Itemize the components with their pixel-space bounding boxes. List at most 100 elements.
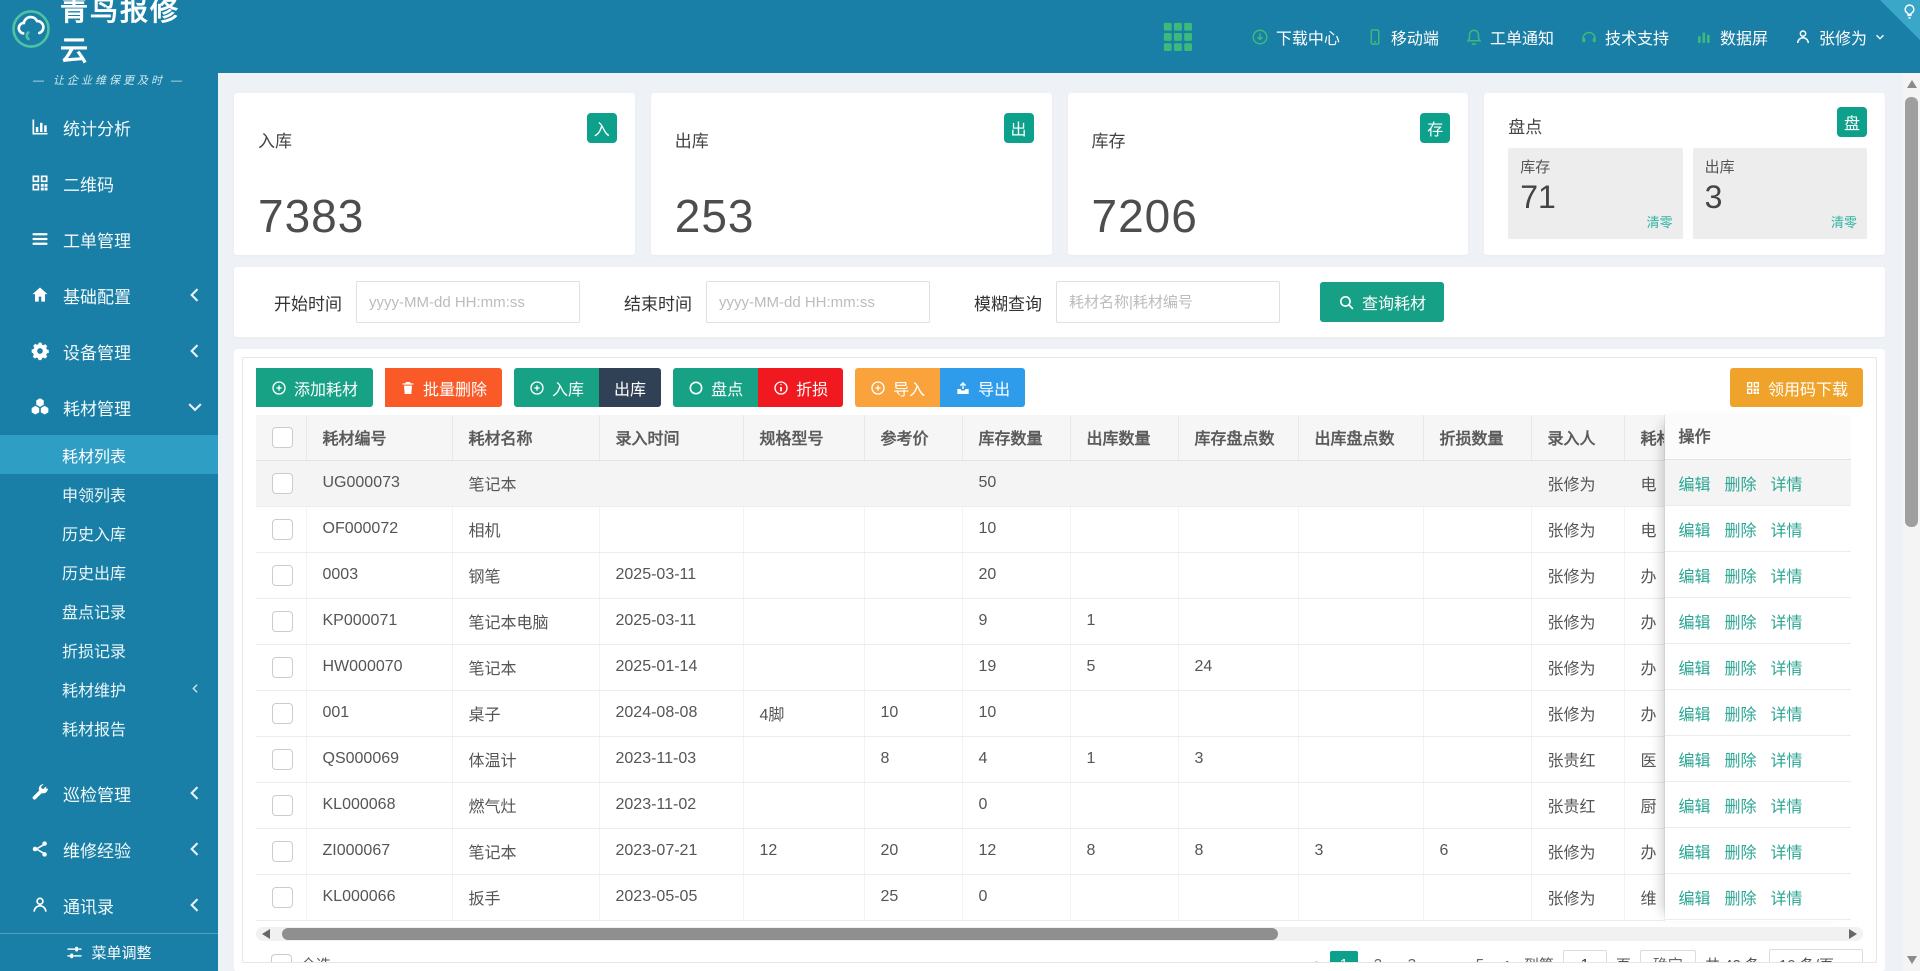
row-action-edit[interactable]: 编辑 (1679, 701, 1711, 725)
confirm-button[interactable]: 确定 (1640, 950, 1696, 964)
inbound-button[interactable]: 入库 (514, 368, 599, 407)
user-menu[interactable]: 张修为 (1794, 25, 1886, 49)
row-action-detail[interactable]: 详情 (1771, 885, 1803, 909)
topnav-download-center[interactable]: 下载中心 (1251, 25, 1340, 49)
vertical-scroll-thumb[interactable] (1905, 97, 1918, 527)
row-action-detail[interactable]: 详情 (1771, 471, 1803, 495)
stocktake-button[interactable]: 盘点 (673, 368, 758, 407)
row-action-delete[interactable]: 删除 (1725, 793, 1757, 817)
row-action-delete[interactable]: 删除 (1725, 609, 1757, 633)
row-action-detail[interactable]: 详情 (1771, 563, 1803, 587)
sidebar-subitem-consumable-report[interactable]: 耗材报告 (0, 708, 218, 747)
page-number-5[interactable]: 5 (1466, 951, 1494, 964)
row-checkbox[interactable] (272, 565, 293, 586)
row-action-delete[interactable]: 删除 (1725, 701, 1757, 725)
outbound-button[interactable]: 出库 (599, 368, 661, 407)
page-number-1[interactable]: 1 (1330, 951, 1358, 964)
row-checkbox[interactable] (272, 611, 293, 632)
row-checkbox[interactable] (272, 841, 293, 862)
sidebar-subitem-consumable-maintenance[interactable]: 耗材维护 (0, 669, 218, 708)
row-action-edit[interactable]: 编辑 (1679, 517, 1711, 541)
row-action-edit[interactable]: 编辑 (1679, 839, 1711, 863)
row-action-edit[interactable]: 编辑 (1679, 885, 1711, 909)
row-checkbox[interactable] (272, 473, 293, 494)
row-checkbox[interactable] (272, 887, 293, 908)
scroll-up-arrow[interactable] (1907, 80, 1917, 88)
row-action-edit[interactable]: 编辑 (1679, 747, 1711, 771)
sidebar-item-basic-configuration[interactable]: 基础配置 (0, 267, 218, 323)
clear-outbound-link[interactable]: 清零 (1831, 212, 1857, 231)
add-consumable-button[interactable]: 添加耗材 (256, 368, 373, 407)
row-action-delete[interactable]: 删除 (1725, 655, 1757, 679)
sidebar-item-repair-experience[interactable]: 维修经验 (0, 821, 218, 877)
sidebar-subitem-history-inbound[interactable]: 历史入库 (0, 513, 218, 552)
requisition-code-download-button[interactable]: 领用码下载 (1730, 368, 1863, 407)
row-action-delete[interactable]: 删除 (1725, 747, 1757, 771)
select-all-checkbox[interactable] (271, 954, 292, 963)
row-checkbox[interactable] (272, 703, 293, 724)
sidebar-subitem-loss-records[interactable]: 折损记录 (0, 630, 218, 669)
sidebar-item-contacts[interactable]: 通讯录 (0, 877, 218, 933)
row-action-detail[interactable]: 详情 (1771, 701, 1803, 725)
row-action-delete[interactable]: 删除 (1725, 839, 1757, 863)
page-number-2[interactable]: 2 (1364, 951, 1392, 964)
sidebar-subitem-history-outbound[interactable]: 历史出库 (0, 552, 218, 591)
sidebar-item-consumable-management[interactable]: 耗材管理 (0, 379, 218, 435)
row-action-delete[interactable]: 删除 (1725, 471, 1757, 495)
row-action-edit[interactable]: 编辑 (1679, 471, 1711, 495)
row-action-delete[interactable]: 删除 (1725, 885, 1757, 909)
vertical-scrollbar[interactable] (1903, 73, 1920, 971)
topnav-tech-support[interactable]: 技术支持 (1580, 25, 1669, 49)
import-button[interactable]: 导入 (855, 368, 940, 407)
horizontal-scroll-thumb[interactable] (282, 928, 1278, 940)
search-consumables-button[interactable]: 查询耗材 (1320, 282, 1444, 322)
row-checkbox[interactable] (272, 657, 293, 678)
row-action-detail[interactable]: 详情 (1771, 609, 1803, 633)
export-button[interactable]: 导出 (940, 368, 1025, 407)
apps-grid-icon[interactable] (1161, 20, 1195, 54)
page-number-3[interactable]: 3 (1398, 951, 1426, 964)
scroll-right-arrow[interactable] (1849, 929, 1857, 939)
batch-delete-button[interactable]: 批量删除 (385, 368, 502, 407)
prev-page-button[interactable]: ‹ (1309, 951, 1321, 964)
row-action-delete[interactable]: 删除 (1725, 517, 1757, 541)
sidebar-item-qr-code[interactable]: 二维码 (0, 155, 218, 211)
row-action-edit[interactable]: 编辑 (1679, 793, 1711, 817)
row-checkbox[interactable] (272, 519, 293, 540)
sidebar-item-statistics-analysis[interactable]: 统计分析 (0, 99, 218, 155)
goto-page-input[interactable] (1563, 950, 1607, 964)
scroll-left-arrow[interactable] (262, 929, 270, 939)
filter-input-end-time[interactable] (706, 281, 930, 323)
loss-button[interactable]: 折损 (758, 368, 843, 407)
row-action-edit[interactable]: 编辑 (1679, 609, 1711, 633)
topnav-mobile-app[interactable]: 移动端 (1366, 25, 1439, 49)
row-checkbox[interactable] (272, 795, 293, 816)
row-action-detail[interactable]: 详情 (1771, 517, 1803, 541)
sidebar-subitem-requisition-list[interactable]: 申领列表 (0, 474, 218, 513)
row-action-delete[interactable]: 删除 (1725, 563, 1757, 587)
filter-input-fuzzy-query[interactable] (1056, 281, 1280, 323)
row-action-edit[interactable]: 编辑 (1679, 563, 1711, 587)
clear-stock-link[interactable]: 清零 (1647, 212, 1673, 231)
sidebar-subitem-stocktake-records[interactable]: 盘点记录 (0, 591, 218, 630)
corner-feedback-widget[interactable] (1880, 0, 1920, 40)
topnav-work-order-notice[interactable]: 工单通知 (1465, 25, 1554, 49)
sidebar-item-inspection-management[interactable]: 巡检管理 (0, 765, 218, 821)
row-action-edit[interactable]: 编辑 (1679, 655, 1711, 679)
sidebar-subitem-consumable-list[interactable]: 耗材列表 (0, 435, 218, 474)
row-action-detail[interactable]: 详情 (1771, 747, 1803, 771)
next-page-button[interactable]: › (1503, 951, 1515, 964)
scroll-down-arrow[interactable] (1907, 956, 1917, 964)
row-action-detail[interactable]: 详情 (1771, 655, 1803, 679)
header-checkbox[interactable] (272, 427, 293, 448)
row-checkbox[interactable] (272, 749, 293, 770)
menu-adjust-button[interactable]: 菜单调整 (0, 933, 218, 971)
horizontal-scrollbar[interactable] (256, 927, 1863, 941)
filter-input-start-time[interactable] (356, 281, 580, 323)
sidebar-item-device-management[interactable]: 设备管理 (0, 323, 218, 379)
sidebar-item-work-order-management[interactable]: 工单管理 (0, 211, 218, 267)
row-action-detail[interactable]: 详情 (1771, 839, 1803, 863)
row-action-detail[interactable]: 详情 (1771, 793, 1803, 817)
page-size-select[interactable]: 10 条/页 (1769, 949, 1863, 964)
topnav-data-screen[interactable]: 数据屏 (1695, 25, 1768, 49)
